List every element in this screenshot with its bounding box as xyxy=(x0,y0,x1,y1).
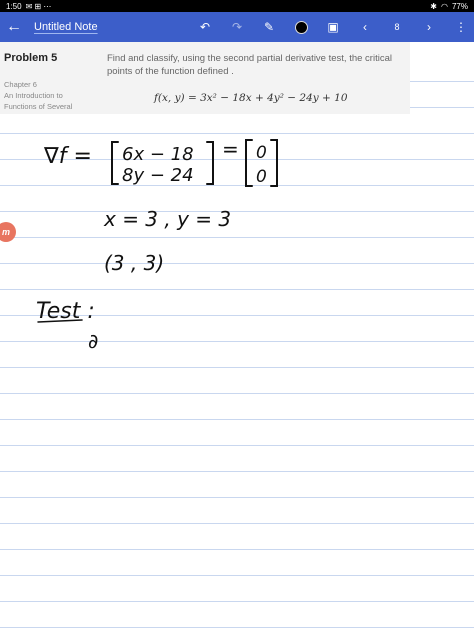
row1-expr: 6x − 18 xyxy=(122,144,194,165)
grad-label: ∇f = xyxy=(43,144,92,169)
right-bracket-1 xyxy=(206,141,214,185)
test-heading: Test : xyxy=(36,299,95,324)
left-bracket-2 xyxy=(245,139,253,187)
handwriting-layer: ∇f = 6x − 18 8y − 24 = 0 0 x = 3 , y = 3… xyxy=(36,137,278,353)
partial-symbol: ∂ xyxy=(88,329,98,353)
zero-top: 0 xyxy=(256,143,267,163)
equals-sign: = xyxy=(222,137,239,161)
zero-bottom: 0 xyxy=(256,167,267,187)
row2-expr: 8y − 24 xyxy=(122,165,194,186)
critical-point: (3 , 3) xyxy=(104,251,164,275)
right-bracket-2 xyxy=(270,139,278,187)
left-bracket-1 xyxy=(111,141,119,185)
solution-line: x = 3 , y = 3 xyxy=(103,207,231,231)
